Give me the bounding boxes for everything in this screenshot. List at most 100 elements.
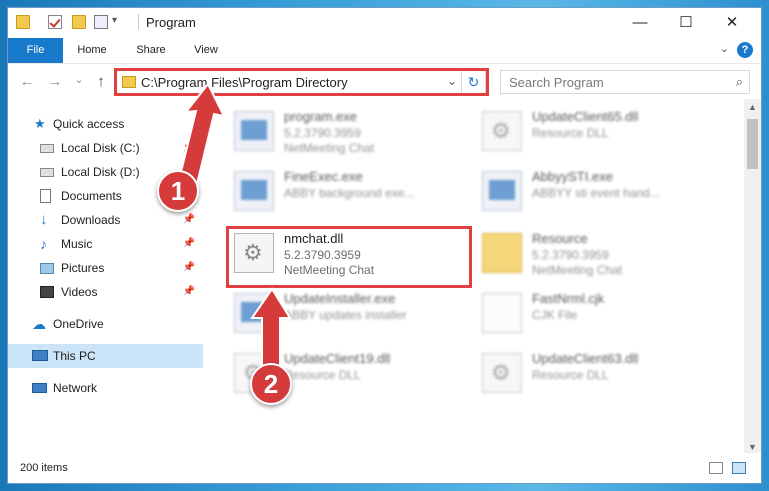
sidebar-item-label: Quick access [53, 117, 125, 131]
exe-icon [234, 293, 274, 333]
sidebar-item-label: This PC [53, 349, 96, 363]
view-options-icon[interactable] [94, 15, 108, 29]
step-badge-2: 2 [250, 363, 292, 405]
back-button[interactable]: ← [18, 73, 36, 90]
forward-button[interactable]: → [46, 73, 64, 90]
window-title: Program [146, 15, 196, 30]
file-name: program.exe [284, 109, 357, 124]
new-folder-icon[interactable] [72, 15, 86, 29]
details-view-icon[interactable] [709, 462, 723, 474]
file-detail: Resource DLL [532, 368, 609, 382]
pin-icon[interactable]: 📌 [183, 208, 195, 232]
pin-icon[interactable]: 📌 [183, 232, 195, 256]
file-detail: 5.2.3790.3959 [284, 126, 361, 140]
file-item[interactable]: UpdateClient65.dll Resource DLL [474, 105, 714, 161]
file-detail: CJK File [532, 308, 578, 322]
pin-icon[interactable]: 📌 [183, 280, 195, 304]
file-item[interactable]: program.exe 5.2.3790.3959 NetMeeting Cha… [226, 105, 466, 161]
search-icon[interactable]: ⌕ [736, 74, 743, 90]
file-item[interactable]: AbbyySTI.exe ABBYY sti event hand... [474, 165, 714, 221]
exe-icon [234, 171, 274, 211]
tab-view[interactable]: View [184, 38, 228, 63]
ribbon-tabs: File Home Share View ⌄ ? [8, 38, 761, 94]
sidebar-item-label: Downloads [61, 213, 121, 227]
sidebar-item-label: OneDrive [53, 317, 104, 331]
close-button[interactable]: ✕ [709, 8, 755, 38]
file-item[interactable]: UpdateInstaller.exe ABBY updates install… [226, 287, 466, 343]
pictures-icon [40, 263, 54, 274]
file-name: FineExec.exe [284, 169, 363, 184]
search-placeholder: Search Program [509, 75, 604, 90]
file-highlight-box [226, 226, 472, 288]
pin-icon[interactable]: 📌 [183, 256, 195, 280]
scrollbar-thumb[interactable] [747, 119, 758, 169]
sidebar-item-videos[interactable]: Videos 📌 [8, 280, 203, 304]
search-box[interactable]: Search Program ⌕ [500, 70, 750, 94]
dll-icon [482, 353, 522, 393]
title-separator [138, 14, 139, 30]
address-row: ← → ⌄ ↑ C:\Program Files\Program Directo… [8, 63, 761, 99]
folder-icon [16, 15, 30, 29]
file-detail: ABBY updates installer [284, 308, 407, 322]
navigation-pane: ★ Quick access Local Disk (C:) 📌 Local D… [8, 99, 203, 455]
sidebar-item-label: Videos [61, 285, 98, 299]
sidebar-item-network[interactable]: Network [8, 376, 203, 400]
file-name: UpdateInstaller.exe [284, 291, 396, 306]
help-icon[interactable]: ? [737, 42, 753, 58]
sidebar-item-quick-access[interactable]: ★ Quick access [8, 112, 203, 136]
large-icons-view-icon[interactable] [732, 462, 746, 474]
file-detail: NetMeeting Chat [284, 141, 375, 155]
scroll-up-icon[interactable]: ▲ [744, 102, 761, 112]
file-name: AbbyySTI.exe [532, 169, 613, 184]
file-name: UpdateClient19.dll [284, 351, 391, 366]
exe-icon [482, 171, 522, 211]
dll-icon [482, 111, 522, 151]
sidebar-item-local-disk-c[interactable]: Local Disk (C:) 📌 [8, 136, 203, 160]
file-name: UpdateClient63.dll [532, 351, 639, 366]
sidebar-item-label: Network [53, 381, 98, 395]
file-name: Resource [532, 231, 588, 246]
collapse-ribbon-icon[interactable]: ⌄ [720, 42, 729, 55]
explorer-window: ▾ Program — ☐ ✕ File Home Share View ⌄ ?… [7, 7, 762, 484]
folder-icon [482, 233, 522, 273]
download-icon: ↓ [40, 211, 48, 228]
videos-icon [40, 286, 54, 298]
sidebar-item-label: Documents [61, 189, 122, 203]
exe-icon [234, 111, 274, 151]
recent-locations-button[interactable]: ⌄ [70, 73, 88, 86]
file-item[interactable]: FineExec.exe ABBY background exe... [226, 165, 466, 221]
sidebar-item-this-pc[interactable]: This PC [8, 344, 203, 368]
sidebar-item-onedrive[interactable]: ☁ OneDrive [8, 312, 203, 336]
file-detail: 5.2.3790.3959 [532, 248, 609, 262]
file-detail: NetMeeting Chat [532, 263, 623, 277]
sidebar-item-label: Local Disk (C:) [61, 141, 140, 155]
star-icon: ★ [34, 116, 46, 131]
file-detail: ABBY background exe... [284, 186, 415, 200]
file-detail: ABBYY sti event hand... [532, 186, 660, 200]
file-item[interactable]: UpdateClient63.dll Resource DLL [474, 347, 714, 403]
address-highlight-box [114, 68, 489, 96]
item-count: 200 items [20, 462, 68, 474]
file-item[interactable]: Resource 5.2.3790.3959 NetMeeting Chat [474, 227, 714, 283]
sidebar-item-music[interactable]: ♪ Music 📌 [8, 232, 203, 256]
sidebar-item-pictures[interactable]: Pictures 📌 [8, 256, 203, 280]
file-item[interactable]: FastNrml.cjk CJK File [474, 287, 714, 343]
customize-quick-access-icon[interactable]: ▾ [112, 15, 117, 26]
step-badge-1: 1 [157, 170, 199, 212]
properties-icon[interactable] [48, 15, 62, 29]
up-button[interactable]: ↑ [92, 73, 110, 90]
pin-icon[interactable]: 📌 [183, 136, 195, 160]
minimize-button[interactable]: — [617, 8, 663, 38]
file-name: UpdateClient65.dll [532, 109, 639, 124]
tab-share[interactable]: Share [126, 38, 176, 63]
file-detail: Resource DLL [284, 368, 361, 382]
file-detail: Resource DLL [532, 126, 609, 140]
status-bar: 200 items [8, 453, 761, 483]
maximize-button[interactable]: ☐ [663, 8, 709, 38]
scroll-down-icon[interactable]: ▼ [744, 442, 761, 452]
tab-home[interactable]: Home [68, 38, 116, 63]
sidebar-item-label: Music [61, 237, 93, 251]
drive-icon [40, 144, 54, 153]
vertical-scrollbar[interactable]: ▲ ▼ [744, 99, 761, 455]
computer-icon [32, 350, 48, 361]
